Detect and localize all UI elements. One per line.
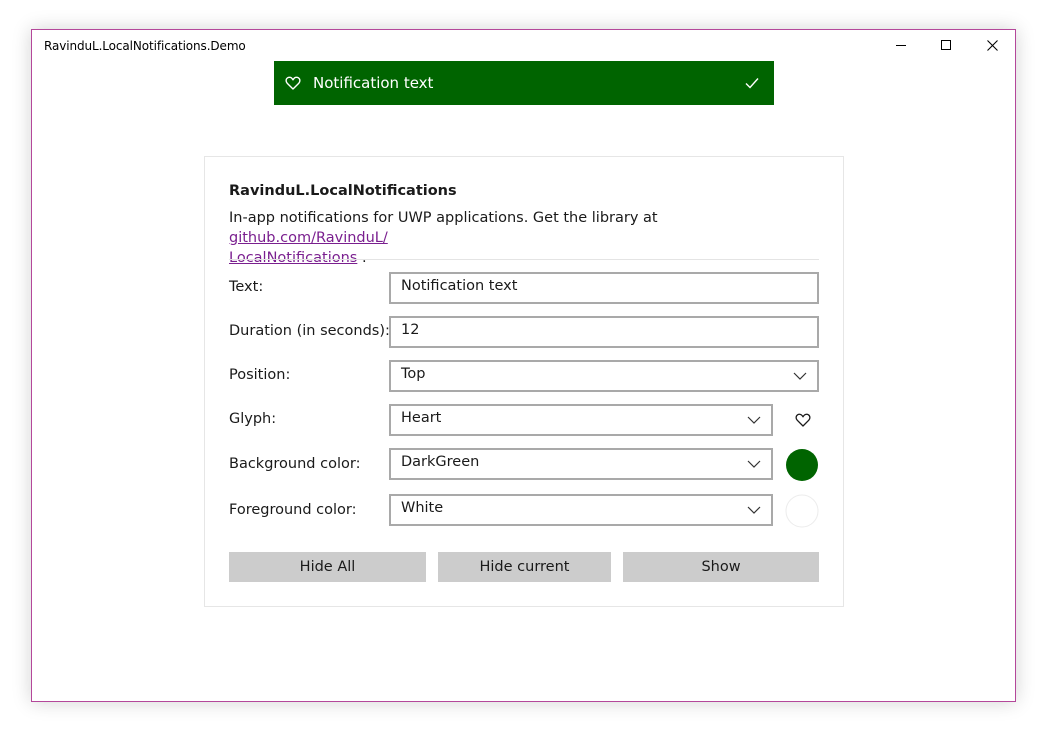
foreground-color-label: Foreground color: bbox=[229, 502, 357, 518]
text-input[interactable]: Notification text bbox=[389, 272, 819, 304]
heart-icon bbox=[285, 76, 301, 90]
text-input-value: Notification text bbox=[401, 278, 518, 294]
chevron-down-icon bbox=[747, 416, 761, 424]
card-title: RavinduL.LocalNotifications bbox=[229, 183, 457, 199]
checkmark-icon[interactable] bbox=[744, 76, 760, 90]
notification-text: Notification text bbox=[313, 74, 434, 92]
position-dropdown[interactable]: Top bbox=[389, 360, 819, 392]
background-color-label: Background color: bbox=[229, 456, 361, 472]
chevron-down-icon bbox=[793, 372, 807, 380]
close-icon bbox=[986, 40, 998, 51]
description-suffix: . bbox=[361, 250, 367, 266]
chevron-down-icon bbox=[747, 460, 761, 468]
hide-all-button[interactable]: Hide All bbox=[229, 552, 426, 582]
title-bar[interactable]: RavinduL.LocalNotifications.Demo bbox=[32, 30, 1015, 61]
hide-current-button[interactable]: Hide current bbox=[438, 552, 611, 582]
glyph-dropdown[interactable]: Heart bbox=[389, 404, 773, 436]
maximize-icon bbox=[940, 40, 951, 50]
glyph-selected-value: Heart bbox=[401, 410, 442, 426]
position-selected-value: Top bbox=[401, 366, 426, 382]
duration-input[interactable]: 12 bbox=[389, 316, 819, 348]
background-color-swatch bbox=[786, 449, 818, 481]
glyph-label: Glyph: bbox=[229, 411, 277, 427]
app-window: RavinduL.LocalNotifications.Demo Notific… bbox=[31, 29, 1016, 702]
duration-label: Duration (in seconds): bbox=[229, 323, 390, 339]
foreground-color-swatch bbox=[785, 494, 819, 528]
background-color-selected-value: DarkGreen bbox=[401, 454, 480, 470]
text-label: Text: bbox=[229, 279, 264, 295]
notification-banner[interactable]: Notification text bbox=[274, 61, 774, 105]
description-text: In-app notifications for UWP application… bbox=[229, 210, 658, 226]
heart-icon bbox=[795, 413, 811, 427]
foreground-color-dropdown[interactable]: White bbox=[389, 494, 773, 526]
position-label: Position: bbox=[229, 367, 291, 383]
window-title: RavinduL.LocalNotifications.Demo bbox=[44, 39, 246, 53]
background-color-dropdown[interactable]: DarkGreen bbox=[389, 448, 773, 480]
foreground-color-selected-value: White bbox=[401, 500, 444, 516]
minimize-button[interactable] bbox=[878, 30, 924, 61]
maximize-button[interactable] bbox=[923, 30, 969, 61]
show-button[interactable]: Show bbox=[623, 552, 819, 582]
minimize-icon bbox=[895, 45, 906, 46]
close-button[interactable] bbox=[969, 30, 1015, 61]
chevron-down-icon bbox=[747, 506, 761, 514]
duration-input-value: 12 bbox=[401, 322, 420, 338]
settings-card: RavinduL.LocalNotifications In-app notif… bbox=[204, 156, 844, 607]
divider bbox=[229, 259, 819, 260]
